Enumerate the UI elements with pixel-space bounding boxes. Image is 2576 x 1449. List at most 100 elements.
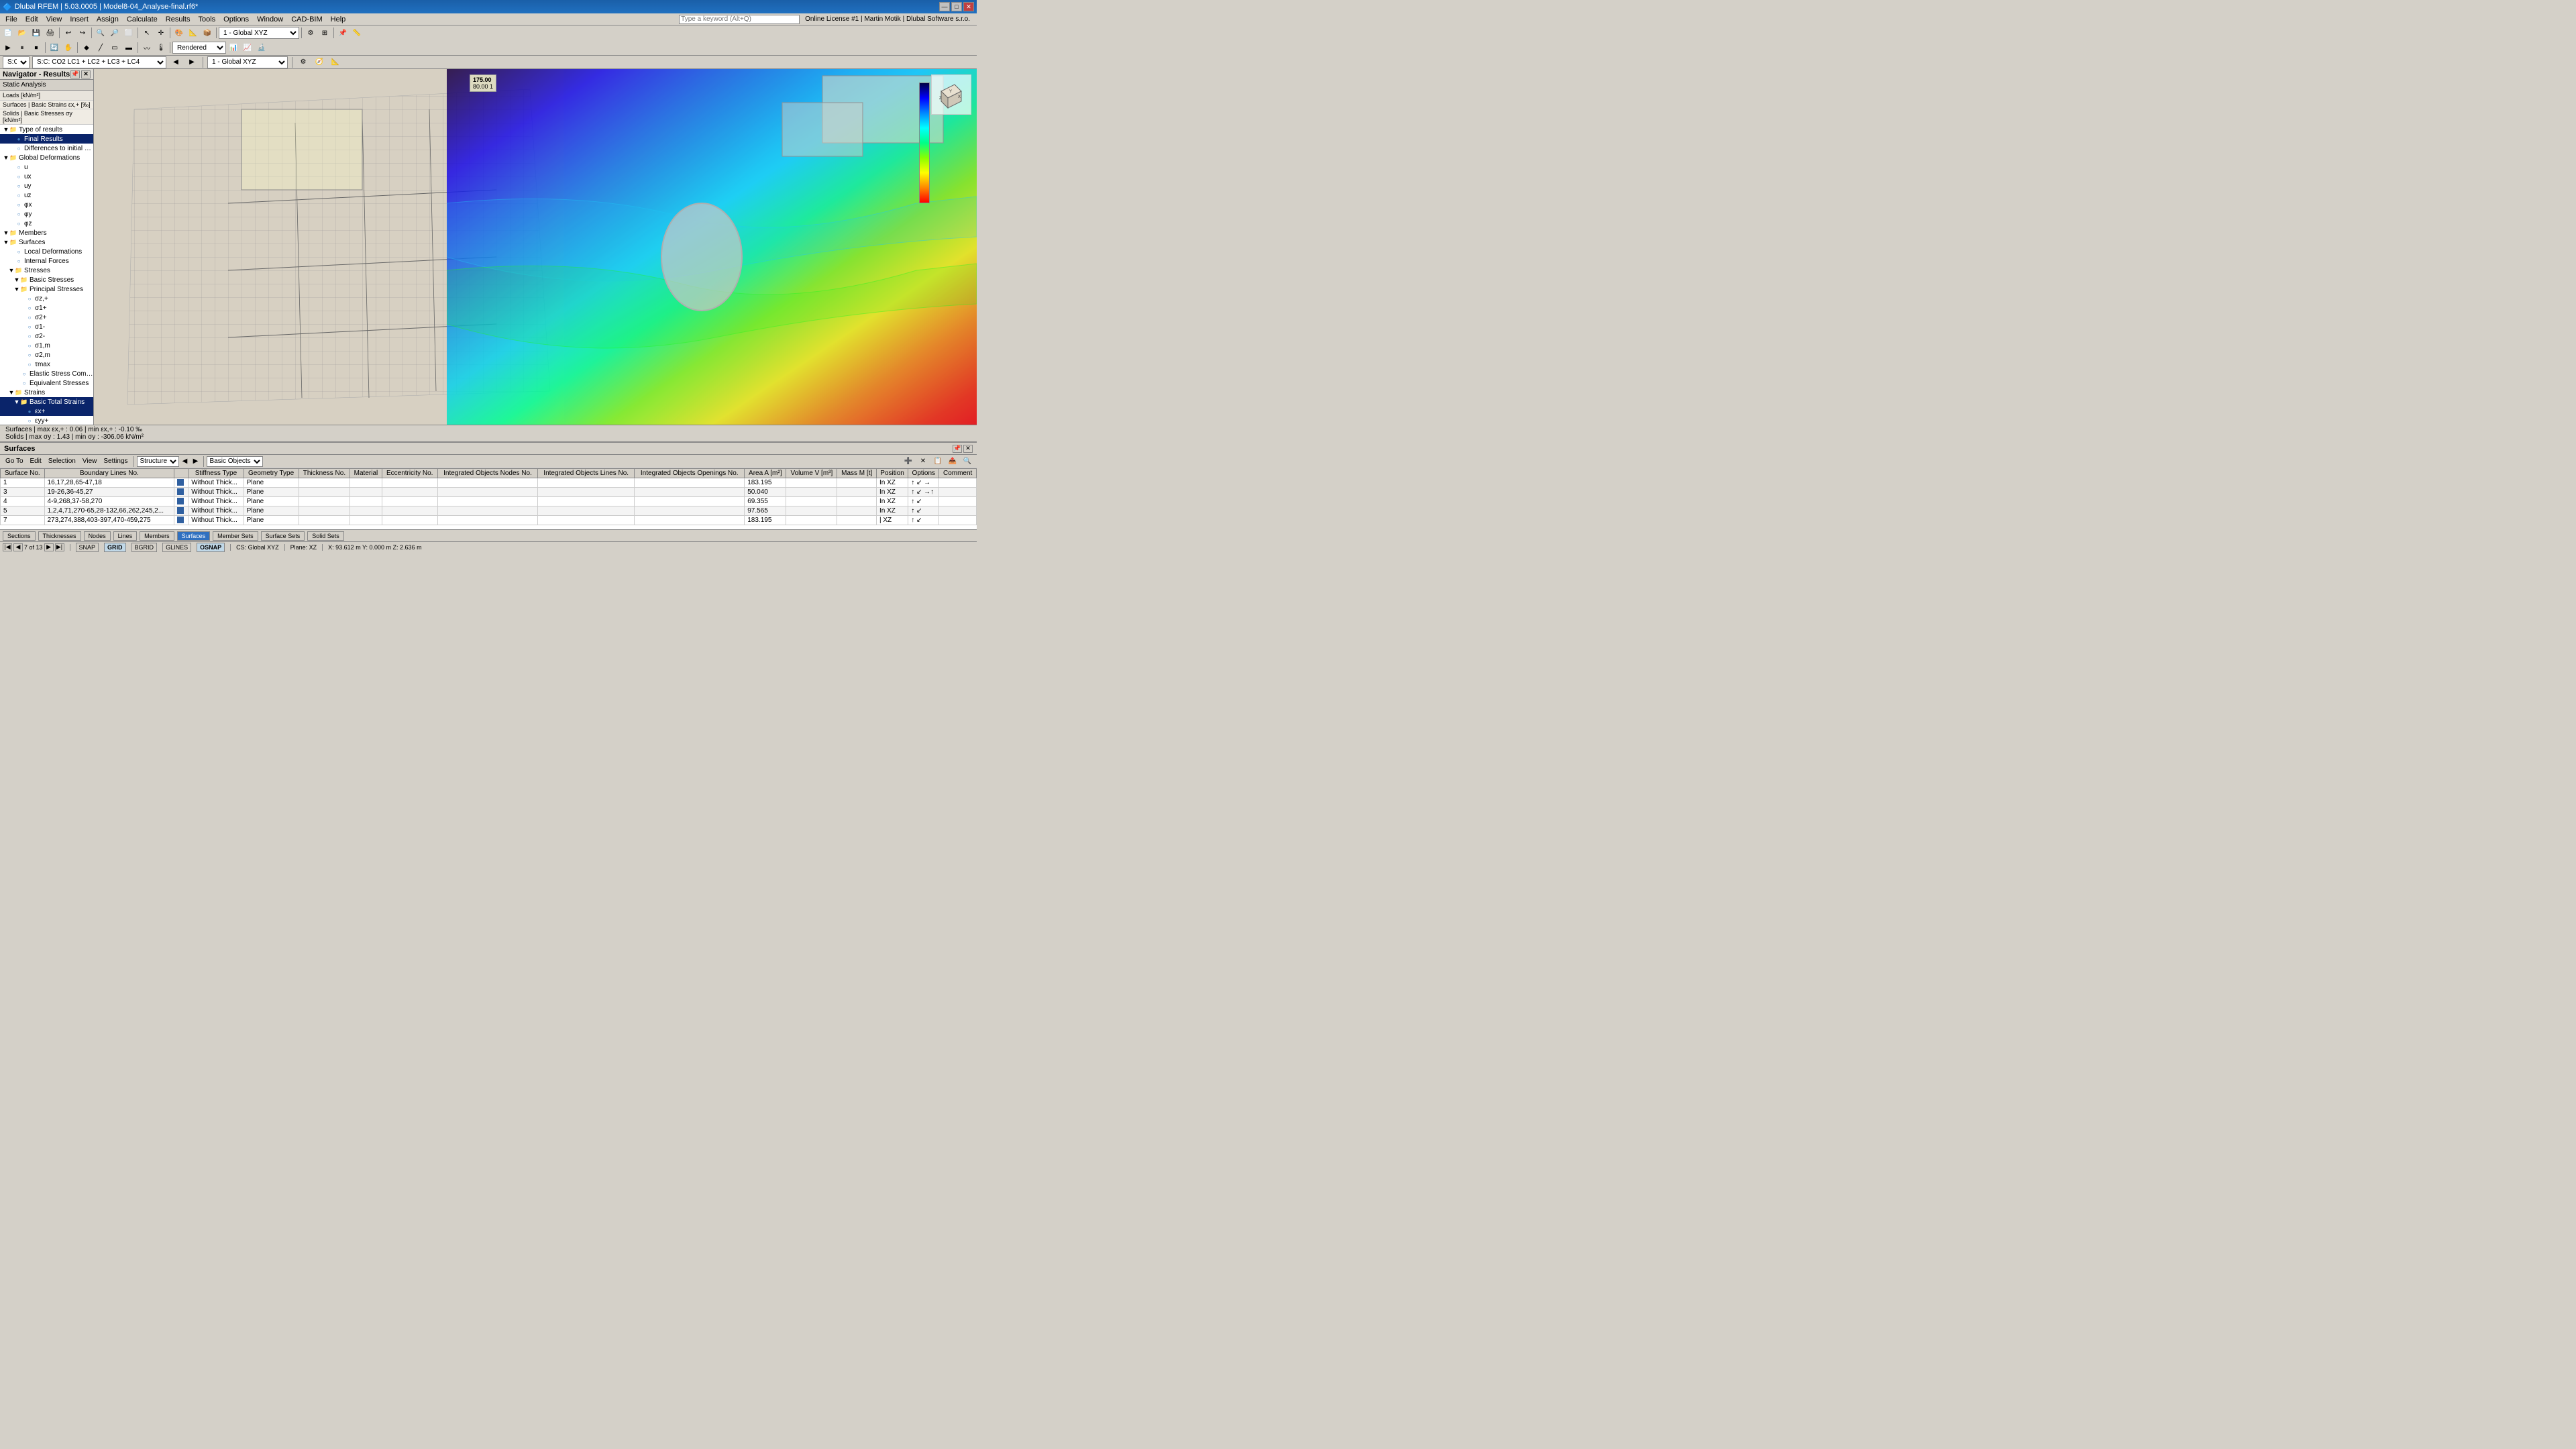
close-button[interactable]: ✕ [963, 2, 974, 11]
tree-node-16[interactable]: ▼📁Basic Stresses [0, 275, 93, 284]
maximize-button[interactable]: □ [951, 2, 962, 11]
glines-btn[interactable]: GLINES [162, 543, 191, 552]
last-page-btn[interactable]: ▶| [55, 543, 64, 551]
tree-node-10[interactable]: ○φz [0, 219, 93, 228]
tree-node-22[interactable]: ○σ2- [0, 331, 93, 341]
panel-close-btn[interactable]: ✕ [963, 445, 973, 453]
structure-dropdown[interactable]: Structure [137, 456, 179, 467]
nav-tab-surfaces[interactable]: Surfaces [177, 531, 211, 541]
menu-tools[interactable]: Tools [194, 13, 219, 25]
table-row[interactable]: 7273,274,388,403-397,470-459,275Without … [1, 516, 977, 525]
tree-node-14[interactable]: ○Internal Forces [0, 256, 93, 266]
nav-tab-surface-sets[interactable]: Surface Sets [261, 531, 305, 541]
tb-redo[interactable]: ↪ [76, 27, 89, 39]
tb2-pan[interactable]: ✋ [62, 42, 75, 54]
search-input[interactable] [679, 15, 800, 24]
tree-node-18[interactable]: ○σz,+ [0, 294, 93, 303]
menu-insert[interactable]: Insert [66, 13, 93, 25]
tree-node-11[interactable]: ▼📁Members [0, 228, 93, 237]
prev-page-btn[interactable]: ◀ [13, 543, 23, 551]
tree-node-13[interactable]: ○Local Deformations [0, 247, 93, 256]
tb2-2[interactable]: ⏸ [15, 42, 29, 54]
tree-node-23[interactable]: ○σ1,m [0, 341, 93, 350]
next-result-btn[interactable]: ▶ [185, 56, 199, 68]
tree-node-24[interactable]: ○σ2,m [0, 350, 93, 360]
nav-tab-lines[interactable]: Lines [113, 531, 138, 541]
bgrid-btn[interactable]: BGRID [131, 543, 158, 552]
nav-tab-sections[interactable]: Sections [3, 531, 36, 541]
tb2-surface[interactable]: ▭ [108, 42, 121, 54]
view-select[interactable]: 1 - Global XYZ [207, 56, 288, 68]
tree-node-7[interactable]: ○uz [0, 191, 93, 200]
prev-result-btn[interactable]: ◀ [169, 56, 182, 68]
nav-tab-solid-sets[interactable]: Solid Sets [307, 531, 344, 541]
tree-node-28[interactable]: ▼📁Strains [0, 388, 93, 397]
tbl-next-btn[interactable]: ▶ [191, 455, 201, 468]
menu-calculate[interactable]: Calculate [123, 13, 162, 25]
tree-node-0[interactable]: ▼📁Type of results [0, 125, 93, 134]
col-openings[interactable]: Integrated Objects Openings No. [635, 469, 745, 478]
tb2-1[interactable]: ▶ [1, 42, 15, 54]
menu-cad-bim[interactable]: CAD-BIM [287, 13, 326, 25]
col-position[interactable]: Position [876, 469, 908, 478]
tree-node-8[interactable]: ○φx [0, 200, 93, 209]
first-page-btn[interactable]: |◀ [3, 543, 12, 551]
tb-measure[interactable]: 📏 [350, 27, 364, 39]
nav-tab-members[interactable]: Members [140, 531, 174, 541]
col-surface-no[interactable]: Surface No. [1, 469, 45, 478]
tb-fit[interactable]: ⬜ [122, 27, 136, 39]
table-row[interactable]: 116,17,28,65-47,18Without Thick...Plane1… [1, 478, 977, 488]
menu-edit[interactable]: Edit [21, 13, 42, 25]
tb-settings1[interactable]: ⚙ [304, 27, 317, 39]
tbl-delete-btn[interactable]: ✕ [916, 455, 930, 468]
menu-file[interactable]: File [1, 13, 21, 25]
tree-node-21[interactable]: ○σ1- [0, 322, 93, 331]
col-thickness[interactable]: Thickness No. [299, 469, 350, 478]
col-lines[interactable]: Integrated Objects Lines No. [538, 469, 635, 478]
nav-tab-nodes[interactable]: Nodes [84, 531, 111, 541]
settings-menu-btn[interactable]: Settings [101, 458, 130, 465]
tree-node-17[interactable]: ▼📁Principal Stresses [0, 284, 93, 294]
col-comment[interactable]: Comment [939, 469, 977, 478]
tb-wire[interactable]: 📐 [186, 27, 200, 39]
table-row[interactable]: 44-9,268,37-58,270Without Thick...Plane6… [1, 497, 977, 506]
nav-tab-member-sets[interactable]: Member Sets [213, 531, 258, 541]
tbl-filter-btn[interactable]: 🔍 [961, 455, 974, 468]
next-page-btn[interactable]: ▶ [44, 543, 54, 551]
tb-undo[interactable]: ↩ [62, 27, 75, 39]
col-boundary[interactable]: Boundary Lines No. [44, 469, 174, 478]
minimize-button[interactable]: — [939, 2, 950, 11]
menu-options[interactable]: Options [219, 13, 253, 25]
tree-node-12[interactable]: ▼📁Surfaces [0, 237, 93, 247]
col-geometry[interactable]: Geometry Type [244, 469, 299, 478]
tree-node-5[interactable]: ○ux [0, 172, 93, 181]
tree-node-27[interactable]: ○Equivalent Stresses [0, 378, 93, 388]
table-container[interactable]: Surface No. Boundary Lines No. Stiffness… [0, 468, 977, 529]
tb-select[interactable]: ↖ [140, 27, 154, 39]
col-nodes[interactable]: Integrated Objects Nodes No. [437, 469, 537, 478]
osnap-btn[interactable]: OSNAP [197, 543, 225, 552]
tbl-add-btn[interactable]: ➕ [902, 455, 915, 468]
menu-results[interactable]: Results [162, 13, 195, 25]
tb-grid[interactable]: ⊞ [318, 27, 331, 39]
tbl-prev-btn[interactable]: ◀ [180, 455, 190, 468]
nav-static-tab[interactable]: Static Analysis [0, 80, 93, 91]
tree-node-4[interactable]: ○u [0, 162, 93, 172]
tree-node-19[interactable]: ○σ1+ [0, 303, 93, 313]
col-ecc[interactable]: Eccentricity No. [382, 469, 437, 478]
tb2-line[interactable]: ╱ [94, 42, 107, 54]
tb-render[interactable]: 🎨 [172, 27, 186, 39]
nav-close-btn[interactable]: ✕ [81, 70, 91, 78]
tb2-node[interactable]: ◆ [80, 42, 93, 54]
tb-zoom-in[interactable]: 🔍 [94, 27, 107, 39]
menu-window[interactable]: Window [253, 13, 287, 25]
tbl-copy-btn[interactable]: 📋 [931, 455, 945, 468]
tree-node-31[interactable]: ○εyy+ [0, 416, 93, 425]
col-material[interactable]: Material [350, 469, 382, 478]
snap-btn[interactable]: SNAP [76, 543, 99, 552]
view-dropdown[interactable]: 1 - Global XYZ [219, 27, 299, 39]
tb-save[interactable]: 💾 [30, 27, 43, 39]
menu-assign[interactable]: Assign [93, 13, 123, 25]
view-nav-btn[interactable]: 🧭 [313, 56, 326, 68]
tb2-extra1[interactable]: 📊 [227, 42, 240, 54]
